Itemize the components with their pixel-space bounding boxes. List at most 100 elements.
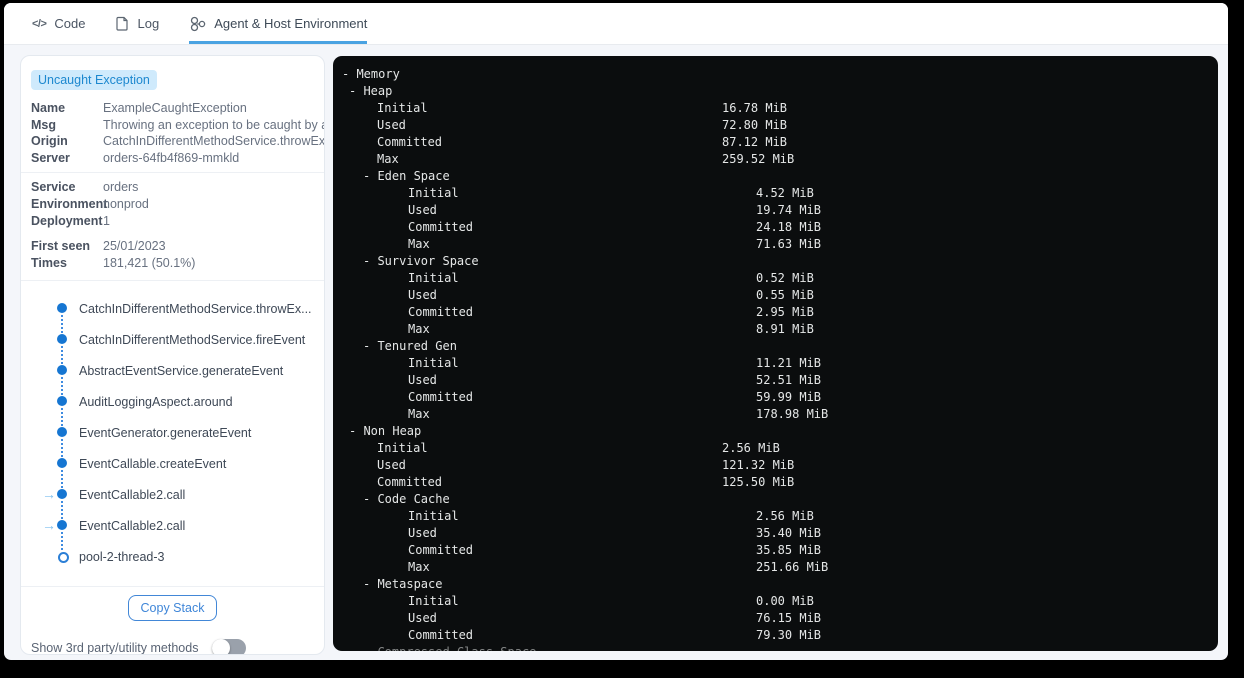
memory-metric-row: Committed 35.85 MiB: [342, 542, 1218, 559]
memory-value: 2.56 MiB: [756, 509, 814, 523]
detail-label: Deployment: [31, 214, 103, 228]
memory-label: - Compressed Class Space: [342, 645, 536, 651]
memory-label: - Tenured Gen: [363, 339, 457, 353]
memory-label: Max: [408, 560, 430, 574]
memory-value: 8.91 MiB: [756, 322, 814, 336]
detail-row: Msg Throwing an exception to be caught by…: [31, 117, 324, 134]
agent-memory-panel[interactable]: - Memory - Heap Initial 16.78 MiB Used 72.80 …: [333, 56, 1218, 651]
memory-metric-row: Max 8.91 MiB: [342, 321, 1218, 338]
stack-frame-label: CatchInDifferentMethodService.fireEvent: [79, 332, 306, 347]
frame-marker-icon: [57, 334, 67, 344]
detail-value: orders: [103, 180, 139, 194]
memory-tree-node: - Metaspace: [342, 576, 1218, 593]
stack-frame-label: EventCallable2.call: [79, 487, 186, 502]
current-frame-arrow-icon: →: [42, 486, 56, 502]
detail-row: Deployment 1: [31, 213, 324, 230]
memory-label: Used: [408, 526, 437, 540]
detail-label: Times: [31, 256, 67, 270]
stack-frame-label: EventGenerator.generateEvent: [79, 425, 252, 440]
divider: [21, 280, 324, 281]
memory-value: 79.30 MiB: [756, 628, 822, 642]
memory-metric-row: Committed 87.12 MiB: [342, 134, 1218, 151]
memory-tree-node: - Tenured Gen: [342, 338, 1218, 355]
memory-metric-row: Initial 16.78 MiB: [342, 100, 1218, 117]
memory-label: Committed: [408, 628, 474, 642]
stack-frame-item[interactable]: CatchInDifferentMethodService.fireEvent: [41, 324, 324, 364]
stack-frame-item[interactable]: AbstractEventService.generateEvent: [41, 355, 324, 395]
memory-label: Committed: [377, 475, 443, 489]
memory-value: 259.52 MiB: [722, 152, 795, 166]
memory-metric-row: Committed 79.30 MiB: [342, 627, 1218, 644]
memory-label: Used: [408, 611, 437, 625]
memory-metric-row: Used 35.40 MiB: [342, 525, 1218, 542]
exception-details-card: Uncaught Exception Name ExampleCaughtExce…: [20, 55, 325, 655]
memory-label: Committed: [377, 135, 443, 149]
memory-label: Used: [377, 458, 406, 472]
memory-metric-row: Used 0.55 MiB: [342, 287, 1218, 304]
stack-frame-item[interactable]: → EventCallable2.call: [41, 510, 324, 550]
detail-value: nonprod: [103, 197, 149, 211]
show-third-party-label: Show 3rd party/utility methods: [31, 641, 199, 655]
toggle-knob: [212, 639, 231, 654]
memory-label: Max: [408, 237, 430, 251]
memory-metric-row: Initial 0.00 MiB: [342, 593, 1218, 610]
memory-label: Used: [408, 288, 437, 302]
memory-label: - Survivor Space: [363, 254, 479, 268]
detail-label: Service: [31, 180, 76, 194]
detail-label: First seen: [31, 239, 91, 253]
memory-value: 35.85 MiB: [756, 543, 822, 557]
memory-label: Initial: [377, 441, 428, 455]
show-third-party-toggle[interactable]: [212, 639, 247, 654]
memory-value: 0.52 MiB: [756, 271, 814, 285]
detail-row: Origin CatchInDifferentMethodService.thro…: [31, 133, 324, 150]
memory-value: 24.18 MiB: [756, 220, 822, 234]
detail-row: Server orders-64fb4f869-mmkld: [31, 150, 324, 167]
stack-frame-label: CatchInDifferentMethodService.throwEx...: [79, 301, 312, 316]
memory-metric-row: Committed 2.95 MiB: [342, 304, 1218, 321]
memory-tree-node: - Memory: [342, 66, 1218, 83]
copy-stack-button[interactable]: Copy Stack: [127, 595, 218, 621]
memory-metric-row: Max 71.63 MiB: [342, 236, 1218, 253]
memory-metric-row: Used 121.32 MiB: [342, 457, 1218, 474]
stack-frame-item[interactable]: EventGenerator.generateEvent: [41, 417, 324, 457]
memory-value: 71.63 MiB: [756, 237, 822, 251]
memory-label: Committed: [408, 305, 474, 319]
detail-value: CatchInDifferentMethodService.throwExcep: [103, 134, 324, 148]
memory-metric-row: Initial 2.56 MiB: [342, 508, 1218, 525]
stack-frame-label: AuditLoggingAspect.around: [79, 394, 233, 409]
tab-code[interactable]: </> Code: [32, 3, 85, 44]
detail-label: Server: [31, 150, 70, 165]
detail-row: Service orders: [31, 179, 324, 196]
detail-value: 1: [103, 214, 110, 228]
memory-value: 72.80 MiB: [722, 118, 788, 132]
code-icon: </>: [32, 17, 47, 30]
memory-label: Initial: [408, 509, 459, 523]
stack-frame-label: pool-2-thread-3: [79, 549, 165, 564]
stack-frame-item[interactable]: AuditLoggingAspect.around: [41, 386, 324, 426]
tab-agent-host-environment[interactable]: Agent & Host Environment: [189, 3, 368, 44]
memory-metric-row: Initial 11.21 MiB: [342, 355, 1218, 372]
memory-label: Max: [377, 152, 399, 166]
memory-label: Initial: [408, 186, 459, 200]
memory-label: Used: [377, 118, 406, 132]
current-frame-arrow-icon: →: [42, 517, 56, 533]
memory-value: 87.12 MiB: [722, 135, 788, 149]
exception-occurrence-section: First seen 25/01/2023 Times 181,421 (50.1%): [21, 238, 324, 272]
stack-frame-item[interactable]: pool-2-thread-3: [41, 541, 324, 572]
detail-value: 25/01/2023: [103, 239, 166, 253]
stack-frame-item[interactable]: CatchInDifferentMethodService.throwEx...: [41, 293, 324, 333]
memory-metric-row: Max 259.52 MiB: [342, 151, 1218, 168]
memory-tree-node: - Heap: [342, 83, 1218, 100]
tab-log[interactable]: Log: [115, 3, 159, 44]
exception-context-section: Service orders Environment nonprod Deploymen…: [21, 179, 324, 230]
stack-frame-item[interactable]: → EventCallable2.call: [41, 479, 324, 519]
detail-row: Times 181,421 (50.1%): [31, 255, 324, 272]
memory-value: 2.95 MiB: [756, 305, 814, 319]
memory-tree-node: - Code Cache: [342, 491, 1218, 508]
memory-label: Used: [408, 203, 437, 217]
memory-value: 76.15 MiB: [756, 611, 822, 625]
memory-value: 52.51 MiB: [756, 373, 822, 387]
tab-code-label: Code: [54, 16, 86, 31]
frame-marker-icon: [57, 365, 67, 375]
stack-frame-item[interactable]: EventCallable.createEvent: [41, 448, 324, 488]
